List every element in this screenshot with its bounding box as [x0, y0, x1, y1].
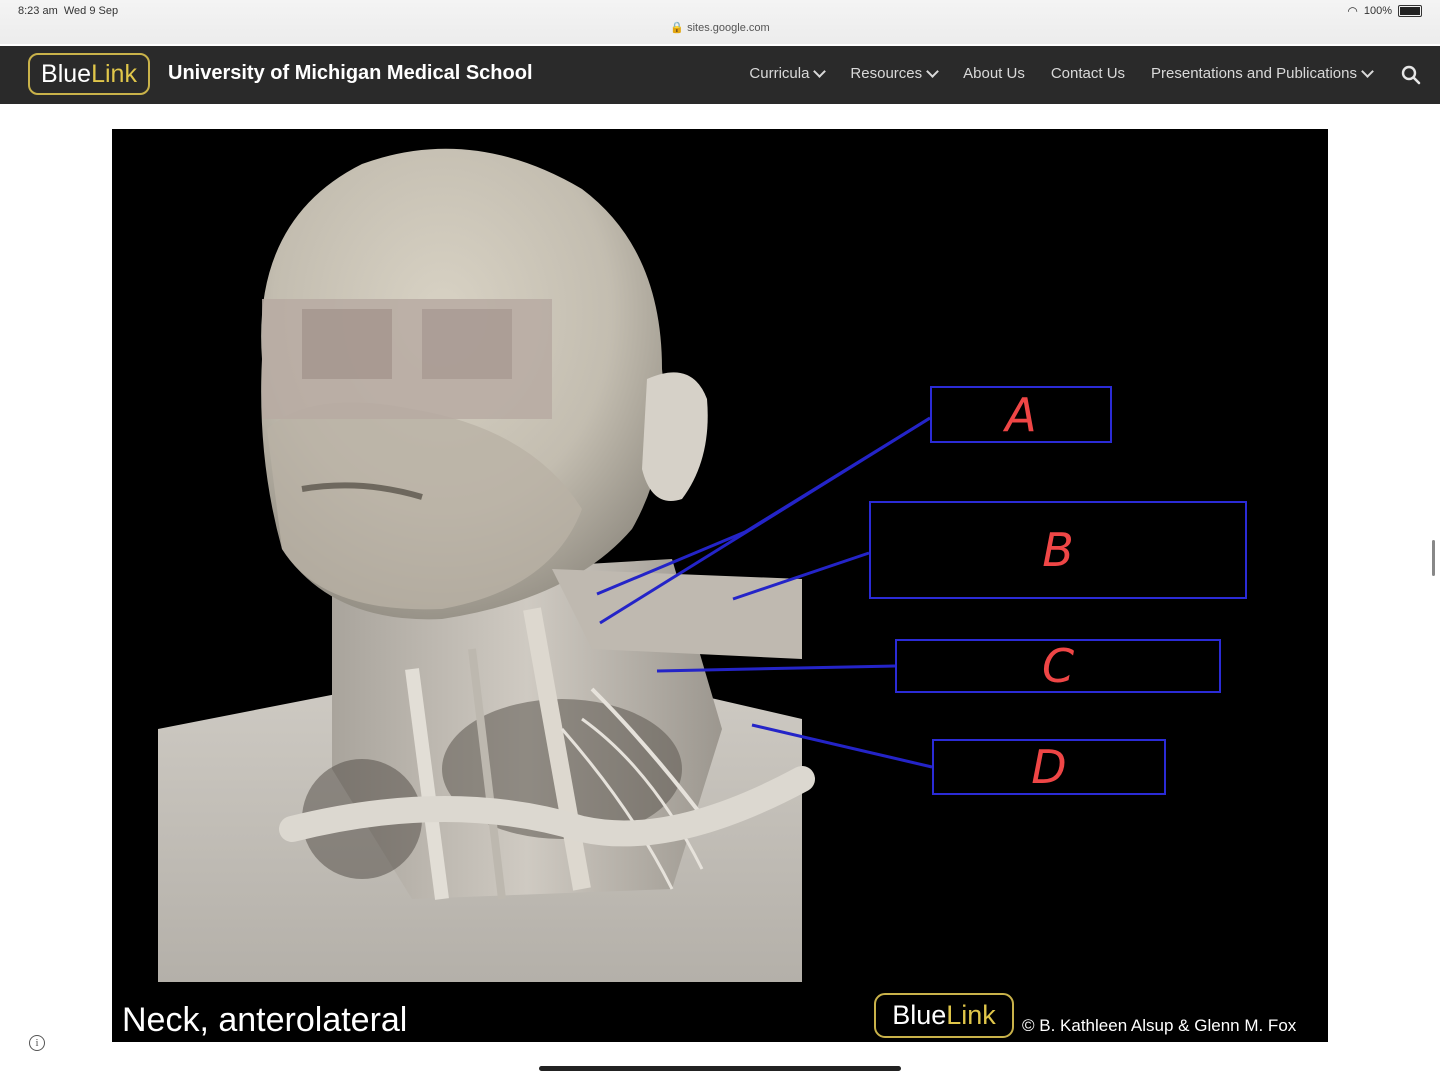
battery-icon	[1398, 5, 1422, 17]
nav-contact-us[interactable]: Contact Us	[1051, 65, 1125, 82]
slide-bluelink-logo: Blue Link	[874, 993, 1014, 1038]
nav-presentations[interactable]: Presentations and Publications	[1151, 65, 1374, 82]
status-time: 8:23 am Wed 9 Sep	[18, 5, 118, 17]
lock-icon: 🔒	[670, 22, 685, 34]
nav-resources-label: Resources	[850, 65, 923, 82]
address-bar[interactable]: 🔒 sites.google.com	[0, 21, 1440, 34]
home-indicator[interactable]	[539, 1066, 901, 1071]
url-text: sites.google.com	[687, 22, 770, 34]
site-title[interactable]: University of Michigan Medical School	[168, 62, 533, 85]
label-box-c: C	[895, 639, 1221, 693]
logo-link-text: Link	[91, 59, 137, 88]
site-navbar: Blue Link University of Michigan Medical …	[0, 46, 1440, 104]
label-box-d: D	[932, 739, 1166, 795]
status-right: ◠ 100%	[1347, 4, 1422, 18]
search-icon[interactable]	[1400, 64, 1422, 86]
label-a-text: A	[1005, 387, 1037, 442]
chevron-down-icon	[926, 65, 939, 78]
nav-presentations-label: Presentations and Publications	[1151, 65, 1357, 82]
copyright-credit: © B. Kathleen Alsup & Glenn M. Fox	[1022, 1016, 1297, 1035]
nav-about-us-label: About Us	[963, 65, 1025, 82]
nav-curricula[interactable]: Curricula	[749, 65, 827, 82]
chevron-down-icon	[813, 65, 827, 78]
label-box-a: A	[930, 386, 1112, 443]
nav-contact-us-label: Contact Us	[1050, 65, 1126, 82]
logo-blue-text: Blue	[41, 59, 92, 88]
label-c-text: C	[1041, 639, 1075, 693]
status-bar: 8:23 am Wed 9 Sep 🔒 sites.google.com ◠ 1…	[0, 0, 1440, 44]
slide-logo-blue-text: Blue	[892, 1000, 947, 1030]
chevron-down-icon	[1361, 65, 1374, 78]
battery-percent: 100%	[1363, 5, 1392, 17]
slide-caption: Neck, anterolateral	[122, 1001, 408, 1039]
label-b-text: B	[1042, 523, 1074, 577]
anatomy-slide: A B C D Neck, anterolateral Blue Link © B…	[112, 129, 1328, 1042]
date-text: Wed 9 Sep	[63, 5, 119, 17]
label-box-b: B	[869, 501, 1247, 599]
info-icon[interactable]: i	[29, 1035, 45, 1051]
time-text: 8:23 am	[18, 5, 58, 17]
nav-resources[interactable]: Resources	[850, 65, 939, 82]
scroll-indicator[interactable]	[1432, 540, 1435, 576]
bluelink-logo[interactable]: Blue Link	[28, 53, 150, 95]
nav-curricula-label: Curricula	[749, 65, 810, 82]
label-d-text: D	[1031, 740, 1067, 794]
nav-menu: Curricula Resources About Us Contact Us …	[749, 65, 1374, 82]
nav-about-us[interactable]: About Us	[963, 65, 1025, 82]
wifi-icon: ◠	[1347, 4, 1358, 18]
slide-logo-link-text: Link	[946, 1000, 996, 1030]
